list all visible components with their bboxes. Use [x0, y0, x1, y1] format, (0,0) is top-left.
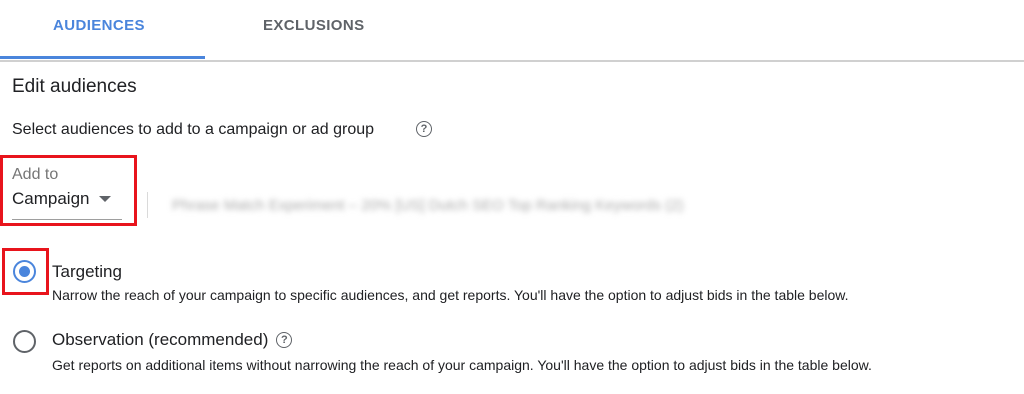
option-desc-observation: Get reports on additional items without … — [52, 357, 872, 373]
add-to-dropdown[interactable]: Campaign — [12, 189, 90, 209]
caret-down-icon[interactable] — [99, 196, 111, 202]
help-icon[interactable]: ? — [276, 332, 293, 348]
option-desc-targeting: Narrow the reach of your campaign to spe… — [52, 287, 849, 303]
campaign-name: Phrase Match Experiment – 20% [US] Dutch… — [172, 197, 684, 214]
option-title-observation: Observation (recommended)? — [52, 330, 293, 350]
tab-exclusions[interactable]: EXCLUSIONS — [263, 17, 365, 34]
tab-bar: AUDIENCES EXCLUSIONS — [0, 0, 1024, 62]
subheading: Select audiences to add to a campaign or… — [12, 121, 432, 139]
page-title: Edit audiences — [12, 76, 137, 97]
add-to-label: Add to — [12, 166, 59, 183]
subheading-text: Select audiences to add to a campaign or… — [12, 121, 375, 138]
tab-audiences[interactable]: AUDIENCES — [53, 17, 145, 34]
option-title-observation-text[interactable]: Observation (recommended) — [52, 330, 268, 349]
radio-targeting[interactable] — [13, 260, 36, 283]
radio-selected-dot — [19, 266, 30, 277]
active-tab-indicator — [0, 56, 205, 59]
vertical-divider — [147, 192, 148, 218]
dropdown-underline — [12, 219, 122, 220]
help-icon[interactable]: ? — [416, 121, 432, 137]
radio-observation[interactable] — [13, 330, 36, 353]
option-title-targeting[interactable]: Targeting — [52, 262, 122, 282]
